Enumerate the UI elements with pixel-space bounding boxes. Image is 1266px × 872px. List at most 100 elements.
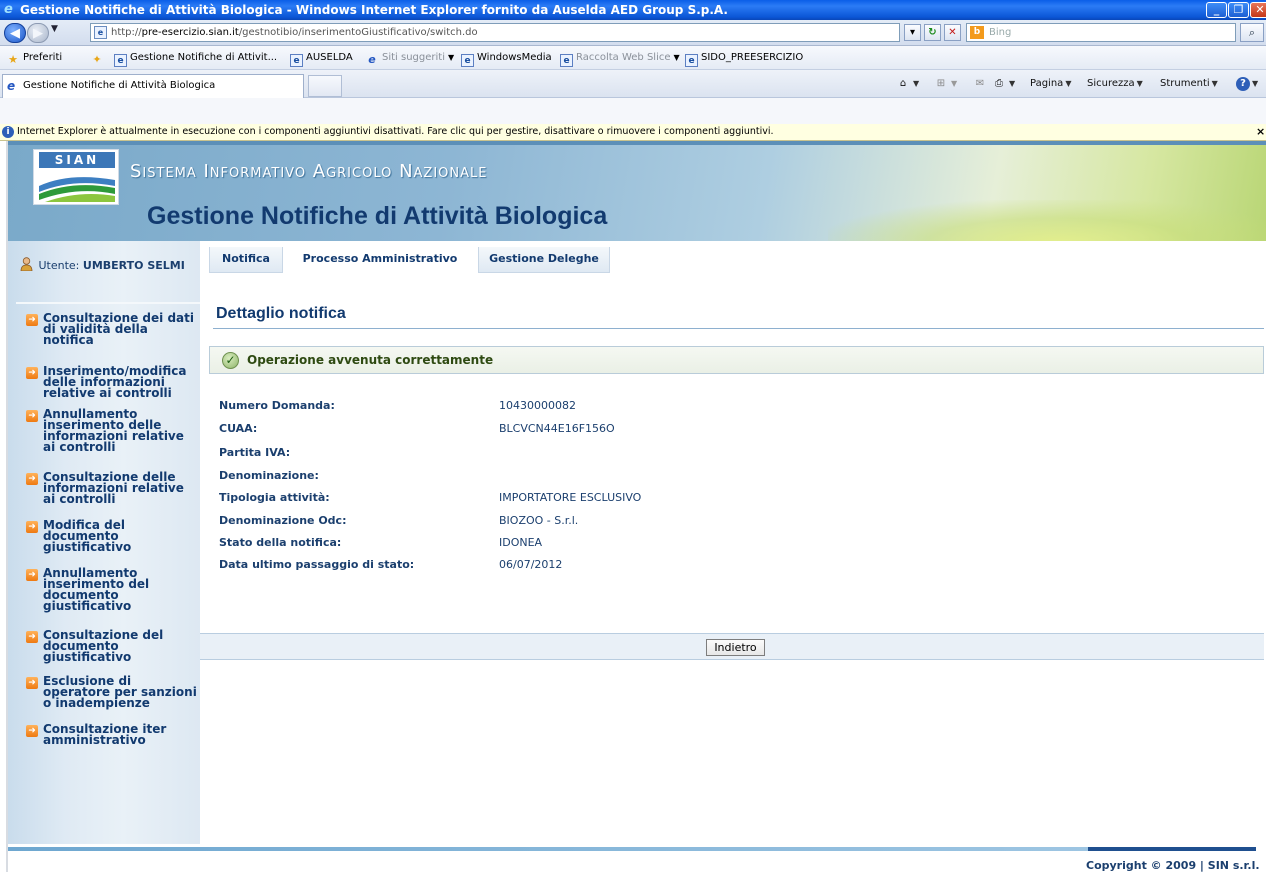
minimize-button[interactable]: _ — [1206, 2, 1227, 18]
field-label-denominazione-odc: Denominazione Odc: — [219, 514, 347, 527]
window-title-bar: e Gestione Notifiche di Attività Biologi… — [0, 0, 1266, 20]
favorites-label: Preferiti — [23, 52, 63, 63]
favorite-link[interactable]: e Raccolta Web Slice ▼ — [560, 46, 680, 69]
user-info: Utente: UMBERTO SELMI — [20, 257, 196, 274]
field-label-stato-notifica: Stato della notifica: — [219, 536, 342, 549]
home-icon[interactable]: ⌂ ▼ — [895, 76, 919, 92]
feeds-icon[interactable]: ⊞ ▼ — [933, 76, 957, 92]
fields-logo-icon — [39, 177, 115, 202]
address-bar-row: ◀ ▶ ▼ e http://pre-esercizio.sian.it/ges… — [0, 20, 1266, 46]
url-input[interactable]: e http://pre-esercizio.sian.it/gestnotib… — [90, 23, 900, 42]
arrow-right-icon: ➜ — [26, 631, 38, 643]
tab-processo-amministrativo[interactable]: Processo Amministrativo — [288, 247, 472, 273]
footer-bar-accent — [1088, 847, 1256, 851]
sidebar-item-annullamento-controlli[interactable]: ➜ Annullamento inserimento delle informaz… — [26, 408, 200, 453]
close-window-button[interactable]: ✕ — [1250, 2, 1266, 18]
sidebar-item-esclusione-operatore[interactable]: ➜ Esclusione di operatore per sanzioni o … — [26, 674, 200, 710]
web-page: SIAN Sistema Informativo Agricolo Nazion… — [0, 141, 1266, 872]
user-name: UMBERTO SELMI — [82, 259, 185, 272]
tab-notifica[interactable]: Notifica — [209, 247, 283, 273]
success-message-box: ✓ Operazione avvenuta correttamente — [209, 346, 1264, 374]
success-message: Operazione avvenuta correttamente — [247, 353, 494, 367]
favorite-link[interactable]: e Gestione Notifiche di Attivit... — [114, 46, 277, 69]
sian-logo[interactable]: SIAN — [33, 149, 119, 205]
print-icon[interactable]: ⎙ ▼ — [991, 76, 1015, 92]
arrow-right-icon: ➜ — [26, 521, 38, 533]
favorite-link[interactable]: e AUSELDA — [290, 46, 353, 69]
info-bar-text: Internet Explorer è attualmente in esecu… — [17, 126, 774, 137]
page-menu-label: Pagina — [1030, 78, 1064, 89]
arrow-right-icon: ➜ — [26, 314, 38, 326]
ie-page-icon: e — [94, 26, 107, 39]
info-bar[interactable]: i Internet Explorer è attualmente in ese… — [0, 124, 1266, 141]
favorites-button[interactable]: ★ Preferiti — [6, 46, 62, 69]
sidebar-item-iter-amministrativo[interactable]: ➜ Consultazione iter amministrativo — [26, 722, 200, 747]
browser-back-button[interactable]: ◀ — [4, 23, 26, 43]
chevron-down-icon: ▼ — [673, 53, 680, 62]
search-icon[interactable]: ⌕ — [1240, 23, 1264, 42]
favorite-label: AUSELDA — [306, 52, 353, 63]
browser-forward-button[interactable]: ▶ — [27, 23, 49, 43]
sidebar-item-label: Consultazione del documento giustificati… — [43, 628, 164, 664]
ie-logo-icon: e — [368, 53, 376, 66]
site-header: SIAN Sistema Informativo Agricolo Nazion… — [8, 141, 1266, 241]
favorite-link[interactable]: e WindowsMedia — [461, 46, 552, 69]
sidebar-item-label: Annullamento inserimento del documento g… — [43, 566, 150, 613]
sidebar-item-consultazione-validita[interactable]: ➜ Consultazione dei dati di validità dell… — [26, 312, 200, 346]
sidebar-item-annullamento-giustificativo[interactable]: ➜ Annullamento inserimento del documento … — [26, 566, 200, 613]
mail-icon[interactable]: ✉ — [972, 76, 988, 92]
field-label-tipologia-attivita: Tipologia attività: — [219, 491, 330, 504]
sidebar-item-label: Esclusione di operatore per sanzioni o i… — [43, 674, 197, 710]
tools-menu[interactable]: Strumenti ▼ — [1160, 76, 1218, 92]
field-value-cuaa: BLCVCN44E16F156O — [499, 422, 615, 435]
ie-page-icon: e — [114, 54, 127, 67]
stop-icon[interactable]: ✕ — [944, 24, 961, 41]
favorite-link[interactable]: e Siti suggeriti ▼ — [365, 46, 454, 69]
back-button[interactable]: Indietro — [706, 639, 765, 656]
sidebar-item-label: Inserimento/modifica delle informazioni … — [43, 364, 187, 400]
info-bar-close-icon[interactable]: × — [1256, 124, 1265, 140]
sidebar-item-consultazione-controlli[interactable]: ➜ Consultazione delle informazioni relati… — [26, 470, 200, 506]
history-dropdown-icon[interactable]: ▼ — [51, 24, 58, 34]
maximize-button[interactable]: ❐ — [1228, 2, 1249, 18]
sidebar-item-label: Consultazione iter amministrativo — [43, 722, 167, 747]
ie-page-icon: e — [685, 54, 698, 67]
field-label-denominazione: Denominazione: — [219, 469, 319, 482]
field-label-data-passaggio: Data ultimo passaggio di stato: — [219, 558, 415, 571]
url-path: /gestnotibio/inserimentoGiustificativo/s… — [238, 27, 478, 38]
browser-tab-active[interactable]: e Gestione Notifiche di Attività Biologi… — [2, 74, 304, 98]
favorite-label: Raccolta Web Slice — [576, 52, 671, 63]
field-label-partita-iva: Partita IVA: — [219, 446, 291, 459]
page-menu[interactable]: Pagina ▼ — [1030, 76, 1071, 92]
ie-logo-icon: e — [4, 2, 13, 17]
sidebar-item-inserimento-controlli[interactable]: ➜ Inserimento/modifica delle informazioni… — [26, 364, 200, 400]
tab-gestione-deleghe[interactable]: Gestione Deleghe — [478, 247, 610, 273]
safety-menu[interactable]: Sicurezza ▼ — [1087, 76, 1143, 92]
app-title: Gestione Notifiche di Attività Biologica — [147, 202, 608, 230]
help-icon[interactable]: ? ▼ — [1236, 76, 1258, 92]
arrow-right-icon: ➜ — [26, 677, 38, 689]
arrow-right-icon: ➜ — [26, 473, 38, 485]
arrow-right-icon: ➜ — [26, 569, 38, 581]
button-bar: Indietro — [200, 633, 1264, 660]
sidebar-item-modifica-giustificativo[interactable]: ➜ Modifica del documento giustificativo — [26, 519, 200, 553]
copyright: Copyright © 2009 | SIN s.r.l. — [1086, 859, 1260, 872]
search-input[interactable]: b Bing — [966, 23, 1236, 42]
sian-logo-label: SIAN — [39, 152, 115, 168]
tools-menu-label: Strumenti — [1160, 78, 1210, 89]
sidebar: Utente: UMBERTO SELMI ➜ Consultazione dei… — [8, 241, 200, 844]
field-value-data-passaggio: 06/07/2012 — [499, 558, 563, 571]
field-label-cuaa: CUAA: — [219, 422, 258, 435]
refresh-icon[interactable]: ↻ — [924, 24, 941, 41]
add-favorite-icon[interactable]: ✦ — [90, 46, 107, 69]
sidebar-item-consultazione-giustificativo[interactable]: ➜ Consultazione del documento giustificat… — [26, 628, 200, 664]
new-tab-button[interactable] — [308, 75, 342, 97]
url-dropdown-icon[interactable]: ▾ — [904, 24, 921, 41]
favorite-link[interactable]: e SIDO_PREESERCIZIO — [685, 46, 803, 69]
bing-icon: b — [970, 26, 984, 39]
favorite-label: Gestione Notifiche di Attivit... — [130, 52, 278, 63]
field-value-tipologia-attivita: IMPORTATORE ESCLUSIVO — [499, 491, 642, 504]
field-label-numero-domanda: Numero Domanda: — [219, 399, 335, 412]
header-field-image — [828, 200, 1266, 241]
sidebar-item-label: Consultazione delle informazioni relativ… — [43, 470, 184, 506]
